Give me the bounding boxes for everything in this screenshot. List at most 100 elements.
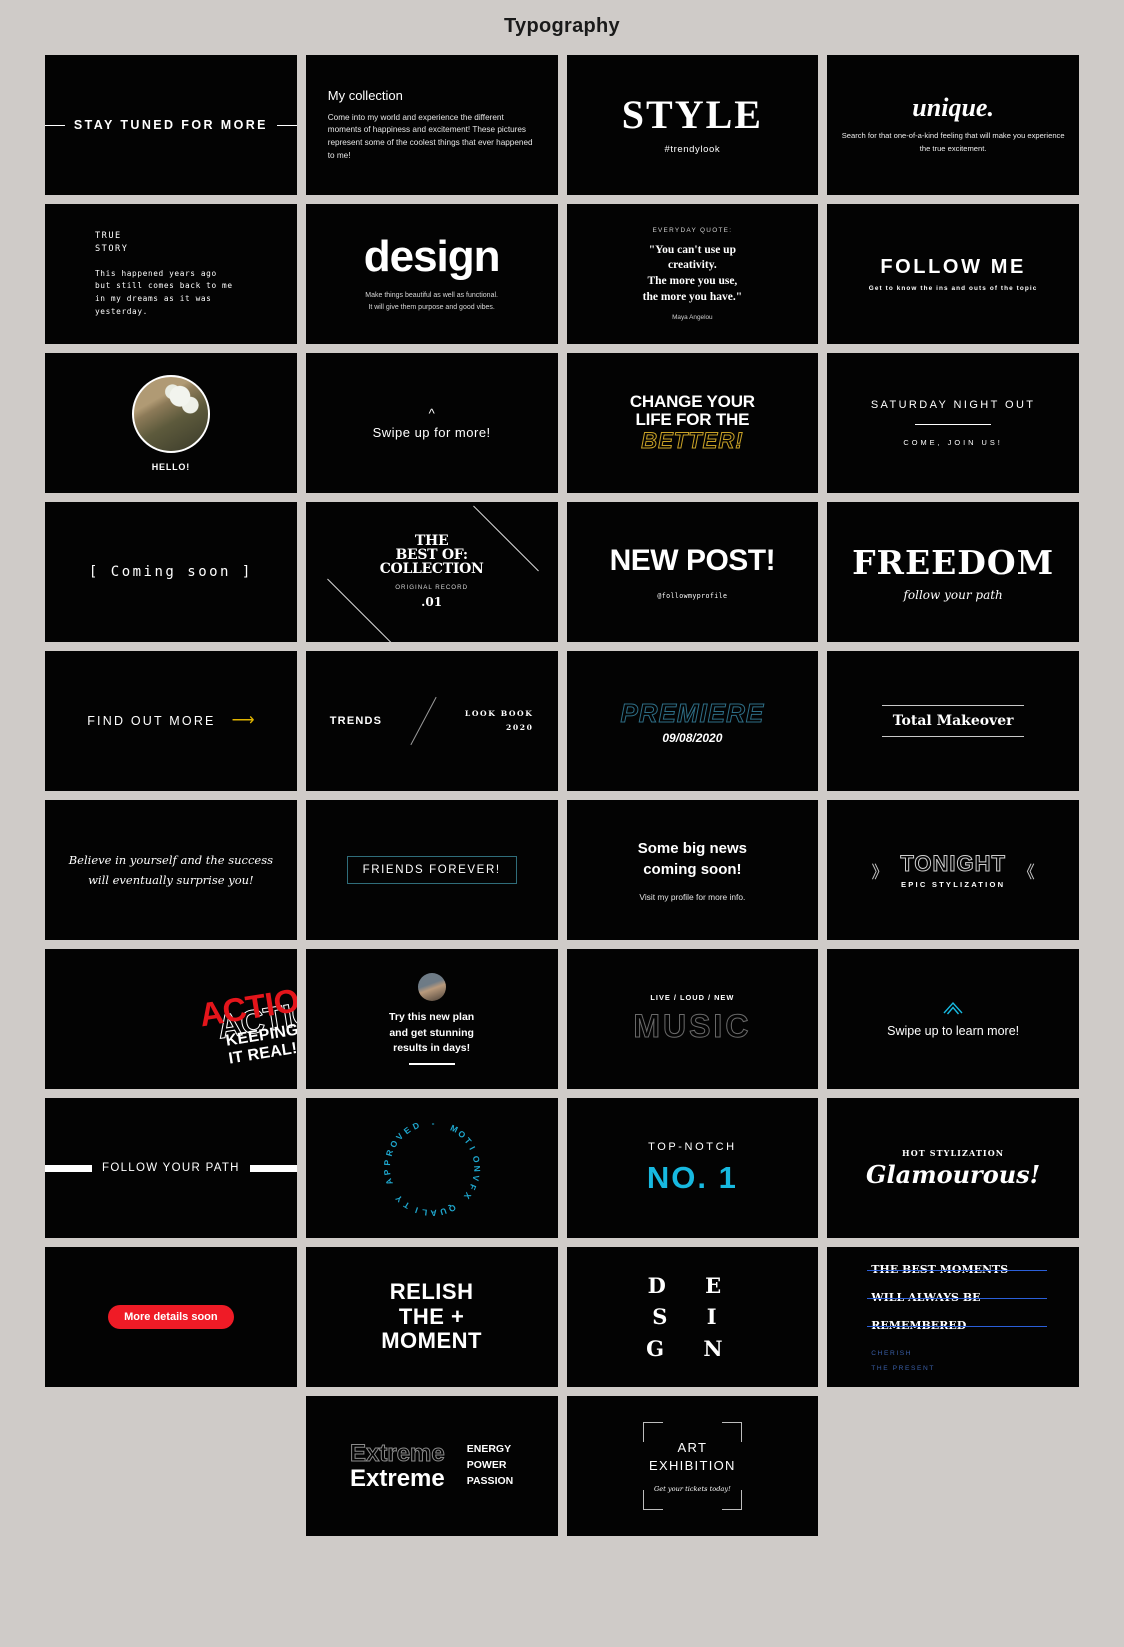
freedom-subtitle: follow your path: [903, 587, 1003, 602]
bracket-right-icon: 《: [1017, 862, 1035, 882]
preset-tile-best-of[interactable]: THE BEST OF: COLLECTION ORIGINAL RECORD …: [305, 502, 558, 642]
freedom-title: FREEDOM: [852, 542, 1055, 582]
art-exhibition-line-2: EXHIBITION: [649, 1458, 736, 1473]
new-post-title: NEW POST!: [609, 544, 776, 577]
preset-tile-premiere[interactable]: PREMIERE 09/08/2020: [566, 651, 819, 791]
bar-left: [45, 1164, 93, 1172]
try-plan-line-3: results in days!: [393, 1042, 471, 1055]
quote-line-2: creativity.: [668, 259, 717, 272]
preset-tile-swipe-learn[interactable]: Swipe up to learn more!: [827, 949, 1079, 1089]
preset-tile-design[interactable]: design Make things beautiful as well as …: [305, 204, 558, 344]
style-title: STYLE: [621, 92, 763, 137]
change-life-line-2: LIFE FOR THE: [635, 410, 750, 430]
preset-tile-follow-me[interactable]: FOLLOW ME Get to know the ins and outs o…: [827, 204, 1079, 344]
style-subtitle: #trendylook: [664, 144, 721, 155]
underline: [408, 1063, 455, 1066]
circular-badge-text: - MOTIONVFX QUALITY APPROVED: [381, 1118, 482, 1219]
relish-line-1: RELISH: [389, 1279, 474, 1305]
avatar-small: [417, 972, 446, 1001]
preset-tile-glamourous[interactable]: HOT STYLIZATION Glamourous!: [827, 1098, 1079, 1238]
unique-title: unique.: [912, 93, 994, 123]
divider-left: [45, 124, 65, 126]
empty-cell: [45, 1396, 297, 1536]
change-life-line-1: CHANGE YOUR: [629, 392, 755, 412]
follow-me-subtitle: Get to know the ins and outs of the topi…: [868, 285, 1038, 292]
arrow-right-icon: ⟶: [231, 712, 255, 729]
preset-tile-quote[interactable]: EVERYDAY QUOTE: "You can't use up creati…: [566, 204, 819, 344]
preset-tile-art-exhibition[interactable]: ART EXHIBITION Get your tickets today!: [566, 1396, 819, 1536]
slash-divider: [410, 696, 437, 746]
preset-tile-my-collection[interactable]: My collection Come into my world and exp…: [305, 55, 558, 195]
glamourous-label: HOT STYLIZATION: [902, 1147, 1005, 1158]
divider: [915, 424, 992, 425]
tonight-subtitle: EPIC STYLIZATION: [901, 880, 1006, 889]
preset-tile-friends-forever[interactable]: FRIENDS FOREVER!: [305, 800, 558, 940]
preset-tile-swipe-up[interactable]: ^ Swipe up for more!: [305, 353, 558, 493]
preset-tile-find-out-more[interactable]: FIND OUT MORE ⟶: [45, 651, 297, 791]
chevron-up-icon: ^: [428, 405, 435, 421]
preset-tile-tonight[interactable]: 》 TONIGHT EPIC STYLIZATION 《: [827, 800, 1079, 940]
preset-tile-no-one[interactable]: TOP-NOTCH NO. 1: [566, 1098, 819, 1238]
preset-tile-more-details[interactable]: More details soon: [45, 1247, 297, 1387]
extreme-right-3: PASSION: [466, 1474, 514, 1487]
preset-tile-follow-path[interactable]: FOLLOW YOUR PATH: [45, 1098, 297, 1238]
my-collection-body: Come into my world and experience the di…: [327, 112, 533, 160]
best-of-line-3: COLLECTION: [379, 560, 484, 577]
divider-right: [276, 124, 297, 126]
preset-tile-change-life[interactable]: CHANGE YOUR LIFE FOR THE BETTER!: [566, 353, 819, 493]
preset-tile-trends[interactable]: TRENDS LOOK BOOK 2020: [305, 651, 558, 791]
preset-tile-extreme[interactable]: Extreme Extreme ENERGY POWER PASSION: [305, 1396, 558, 1536]
no-one-label: TOP-NOTCH: [648, 1140, 737, 1153]
preset-tile-best-moments[interactable]: THE BEST MOMENTS WILL ALWAYS BE REMEMBER…: [827, 1247, 1079, 1387]
premiere-date: 09/08/2020: [662, 730, 723, 745]
preset-tile-total-makeover[interactable]: Total Makeover: [827, 651, 1079, 791]
art-exhibition-sub: Get your tickets today!: [654, 1484, 731, 1493]
preset-tile-new-post[interactable]: NEW POST! @followmyprofile: [566, 502, 819, 642]
preset-tile-design-letters[interactable]: D E S I G N: [566, 1247, 819, 1387]
corner-bracket-bottom-right: [722, 1490, 743, 1510]
best-moments-sub-1: CHERISH: [871, 1349, 913, 1357]
avatar: [131, 374, 210, 453]
quote-line-1: "You can't use up: [648, 243, 736, 256]
new-post-handle: @followmyprofile: [657, 592, 728, 600]
relish-line-2: THE +: [398, 1303, 465, 1329]
try-plan-line-1: Try this new plan: [389, 1010, 475, 1023]
best-moments-line-2: WILL ALWAYS BE: [867, 1290, 1048, 1304]
preset-tile-freedom[interactable]: FREEDOM follow your path: [827, 502, 1079, 642]
design-sub-1: Make things beautiful as well as functio…: [365, 291, 498, 299]
preset-tile-hello[interactable]: HELLO!: [45, 353, 297, 493]
believe-line-2: will eventually surprise you!: [88, 873, 254, 887]
quote-line-3: The more you use,: [647, 275, 738, 287]
preset-tile-try-plan[interactable]: Try this new plan and get stunning resul…: [305, 949, 558, 1089]
preset-tile-stay-tuned[interactable]: STAY TUNED FOR MORE: [45, 55, 297, 195]
preset-tile-believe[interactable]: Believe in yourself and the success will…: [45, 800, 297, 940]
typography-preset-grid: STAY TUNED FOR MORE My collection Come i…: [45, 55, 1079, 1536]
glamourous-title: Glamourous!: [866, 1159, 1041, 1189]
design-letters-line-2: S I: [652, 1304, 733, 1330]
true-story-line-1: This happened years ago: [95, 268, 217, 278]
swipe-up-text: Swipe up for more!: [372, 424, 491, 440]
design-letters-line-3: G N: [646, 1335, 739, 1361]
preset-tile-music[interactable]: LIVE / LOUD / NEW MUSIC: [566, 949, 819, 1089]
best-of-sub: ORIGINAL RECORD: [395, 583, 469, 591]
bracket-left-icon: 》: [871, 862, 889, 882]
preset-tile-true-story[interactable]: TRUE STORY This happened years ago but s…: [45, 204, 297, 344]
more-details-button[interactable]: More details soon: [108, 1305, 234, 1329]
best-moments-line-1: THE BEST MOMENTS: [867, 1262, 1048, 1276]
saturday-title: SATURDAY NIGHT OUT: [870, 399, 1036, 411]
preset-tile-style[interactable]: STYLE #trendylook: [566, 55, 819, 195]
preset-tile-relish[interactable]: RELISH THE + MOMENT: [305, 1247, 558, 1387]
preset-tile-saturday[interactable]: SATURDAY NIGHT OUT COME, JOIN US!: [827, 353, 1079, 493]
preset-tile-big-news[interactable]: Some big news coming soon! Visit my prof…: [566, 800, 819, 940]
trends-right-1: LOOK BOOK: [464, 708, 534, 718]
preset-tile-circle-badge[interactable]: - MOTIONVFX QUALITY APPROVED: [305, 1098, 558, 1238]
preset-tile-action[interactable]: ACTION ACTION KEEPING IT REAL!: [45, 949, 297, 1089]
preset-tile-unique[interactable]: unique. Search for that one-of-a-kind fe…: [827, 55, 1079, 195]
page-title: Typography: [504, 15, 620, 37]
music-title: MUSIC: [633, 1008, 752, 1045]
empty-cell: [827, 1396, 1079, 1536]
unique-subtitle: Search for that one-of-a-kind feeling th…: [841, 131, 1065, 153]
best-moments-sub-2: THE PRESENT: [871, 1365, 936, 1372]
trends-right-2: 2020: [505, 723, 534, 732]
preset-tile-coming-soon[interactable]: [ Coming soon ]: [45, 502, 297, 642]
